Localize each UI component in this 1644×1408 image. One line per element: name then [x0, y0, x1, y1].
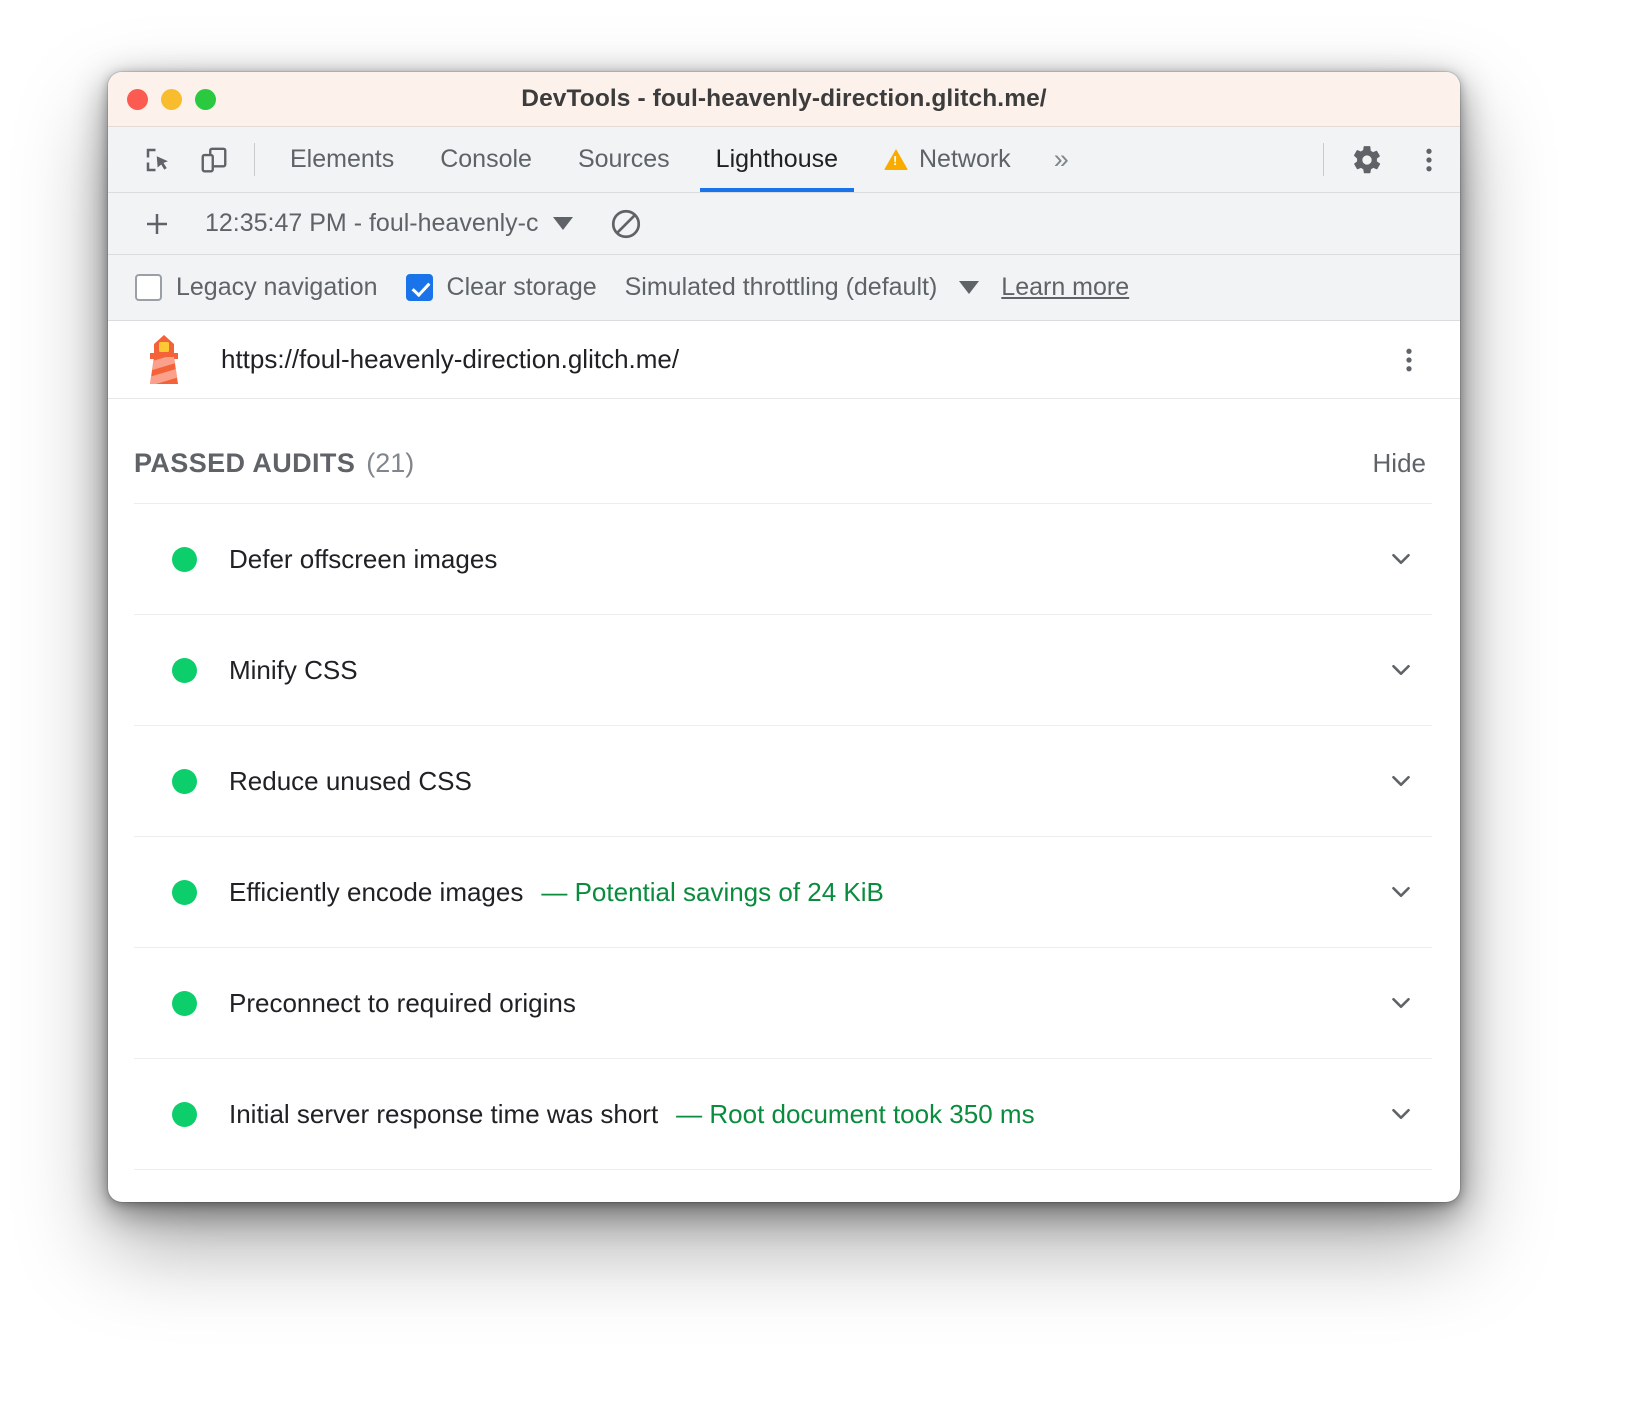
- device-toolbar-icon: [199, 145, 229, 175]
- clear-storage-option[interactable]: Clear storage: [406, 273, 597, 302]
- tab-console-label: Console: [440, 145, 532, 174]
- clear-all-icon: [609, 207, 643, 241]
- lighthouse-report-body: PASSED AUDITS (21) Hide Defer offscreen …: [108, 399, 1460, 1170]
- toolbar-divider-right: [1323, 143, 1324, 176]
- learn-more-link[interactable]: Learn more: [1001, 273, 1129, 302]
- traffic-light-group: [108, 89, 216, 110]
- window-titlebar: DevTools - foul-heavenly-direction.glitc…: [108, 72, 1460, 127]
- expand-audit-button[interactable]: [1378, 1091, 1424, 1137]
- audit-row[interactable]: Minify CSS: [134, 614, 1432, 725]
- list-bottom-divider: [134, 1169, 1432, 1170]
- inspect-element-button[interactable]: [130, 127, 186, 192]
- lighthouse-glyph: [138, 333, 190, 387]
- panel-tab-list: Elements Console Sources Lighthouse Netw…: [267, 127, 1034, 192]
- audit-title: Initial server response time was short: [229, 1099, 658, 1130]
- passed-audits-list: Defer offscreen images Minify CSS: [134, 503, 1432, 1170]
- tab-sources[interactable]: Sources: [555, 127, 693, 192]
- chevron-down-icon: [1386, 544, 1416, 574]
- lighthouse-options-row: Legacy navigation Clear storage Simulate…: [108, 255, 1460, 321]
- report-selector[interactable]: 12:35:47 PM - foul-heavenly-c: [205, 209, 573, 238]
- legacy-navigation-label: Legacy navigation: [176, 273, 378, 302]
- pass-status-icon: [172, 991, 197, 1016]
- minimize-window-button[interactable]: [161, 89, 182, 110]
- pass-status-icon: [172, 1102, 197, 1127]
- more-tabs-button[interactable]: »: [1034, 127, 1087, 192]
- clear-storage-checkbox[interactable]: [406, 274, 433, 301]
- chevron-down-icon: [1386, 877, 1416, 907]
- lighthouse-icon: [138, 333, 190, 387]
- tab-lighthouse[interactable]: Lighthouse: [693, 127, 861, 192]
- devtools-tabbar: Elements Console Sources Lighthouse Netw…: [108, 127, 1460, 193]
- chevron-down-icon: [1386, 1099, 1416, 1129]
- expand-audit-button[interactable]: [1378, 647, 1424, 693]
- expand-audit-button[interactable]: [1378, 758, 1424, 804]
- audit-row[interactable]: Initial server response time was short —…: [134, 1058, 1432, 1169]
- window-title: DevTools - foul-heavenly-direction.glitc…: [108, 85, 1460, 113]
- audit-row[interactable]: Efficiently encode images — Potential sa…: [134, 836, 1432, 947]
- kebab-menu-icon: [1414, 145, 1444, 175]
- expand-audit-button[interactable]: [1378, 980, 1424, 1026]
- report-selector-label: 12:35:47 PM - foul-heavenly-c: [205, 209, 539, 238]
- audit-title: Efficiently encode images: [229, 877, 523, 908]
- lighthouse-runbar: 12:35:47 PM - foul-heavenly-c: [108, 193, 1460, 255]
- chevron-down-icon: [1386, 766, 1416, 796]
- plus-icon: [142, 209, 172, 239]
- tab-sources-label: Sources: [578, 145, 670, 174]
- legacy-navigation-checkbox[interactable]: [135, 274, 162, 301]
- device-toolbar-button[interactable]: [186, 127, 242, 192]
- tab-network-label: Network: [919, 145, 1011, 174]
- throttling-dropdown[interactable]: Simulated throttling (default): [625, 273, 980, 302]
- new-report-button[interactable]: [134, 201, 180, 247]
- kebab-menu-icon: [1394, 345, 1424, 375]
- tab-lighthouse-label: Lighthouse: [716, 145, 838, 174]
- double-chevron-right-icon: »: [1054, 144, 1067, 175]
- chevron-down-icon: [1386, 655, 1416, 685]
- tab-network[interactable]: Network: [861, 127, 1034, 192]
- devtools-main-menu-button[interactable]: [1398, 127, 1460, 192]
- pass-status-icon: [172, 880, 197, 905]
- chevron-down-icon: [1386, 988, 1416, 1018]
- audited-url-row: https://foul-heavenly-direction.glitch.m…: [108, 321, 1460, 399]
- gear-icon: [1351, 144, 1383, 176]
- caret-down-icon: [959, 281, 979, 294]
- toolbar-divider: [254, 143, 255, 176]
- expand-audit-button[interactable]: [1378, 536, 1424, 582]
- legacy-navigation-option[interactable]: Legacy navigation: [135, 273, 378, 302]
- audit-note: — Root document took 350 ms: [676, 1099, 1034, 1130]
- passed-audits-title: PASSED AUDITS: [134, 448, 355, 479]
- audit-title: Minify CSS: [229, 655, 358, 686]
- audit-row[interactable]: Defer offscreen images: [134, 503, 1432, 614]
- passed-audits-count: (21): [366, 448, 414, 479]
- hide-passed-audits-button[interactable]: Hide: [1373, 448, 1432, 479]
- passed-audits-header: PASSED AUDITS (21) Hide: [108, 399, 1432, 503]
- inspect-element-icon: [143, 145, 173, 175]
- zoom-window-button[interactable]: [195, 89, 216, 110]
- report-menu-button[interactable]: [1386, 337, 1432, 383]
- expand-audit-button[interactable]: [1378, 869, 1424, 915]
- caret-down-icon: [553, 217, 573, 230]
- audited-url: https://foul-heavenly-direction.glitch.m…: [221, 344, 679, 375]
- screenshot-stage: DevTools - foul-heavenly-direction.glitc…: [0, 0, 1644, 1408]
- tabbar-right-actions: [1311, 127, 1460, 192]
- close-window-button[interactable]: [127, 89, 148, 110]
- audit-title: Reduce unused CSS: [229, 766, 472, 797]
- warning-triangle-icon: [884, 149, 908, 170]
- audit-title: Defer offscreen images: [229, 544, 497, 575]
- tab-console[interactable]: Console: [417, 127, 555, 192]
- pass-status-icon: [172, 658, 197, 683]
- audit-row[interactable]: Preconnect to required origins: [134, 947, 1432, 1058]
- pass-status-icon: [172, 769, 197, 794]
- devtools-window: DevTools - foul-heavenly-direction.glitc…: [108, 72, 1460, 1202]
- throttling-label: Simulated throttling (default): [625, 273, 938, 302]
- settings-button[interactable]: [1336, 127, 1398, 192]
- audit-note: — Potential savings of 24 KiB: [541, 877, 884, 908]
- pass-status-icon: [172, 547, 197, 572]
- audit-row[interactable]: Reduce unused CSS: [134, 725, 1432, 836]
- tab-elements-label: Elements: [290, 145, 394, 174]
- clear-storage-label: Clear storage: [447, 273, 597, 302]
- audit-title: Preconnect to required origins: [229, 988, 576, 1019]
- clear-all-reports-button[interactable]: [603, 201, 649, 247]
- tab-elements[interactable]: Elements: [267, 127, 417, 192]
